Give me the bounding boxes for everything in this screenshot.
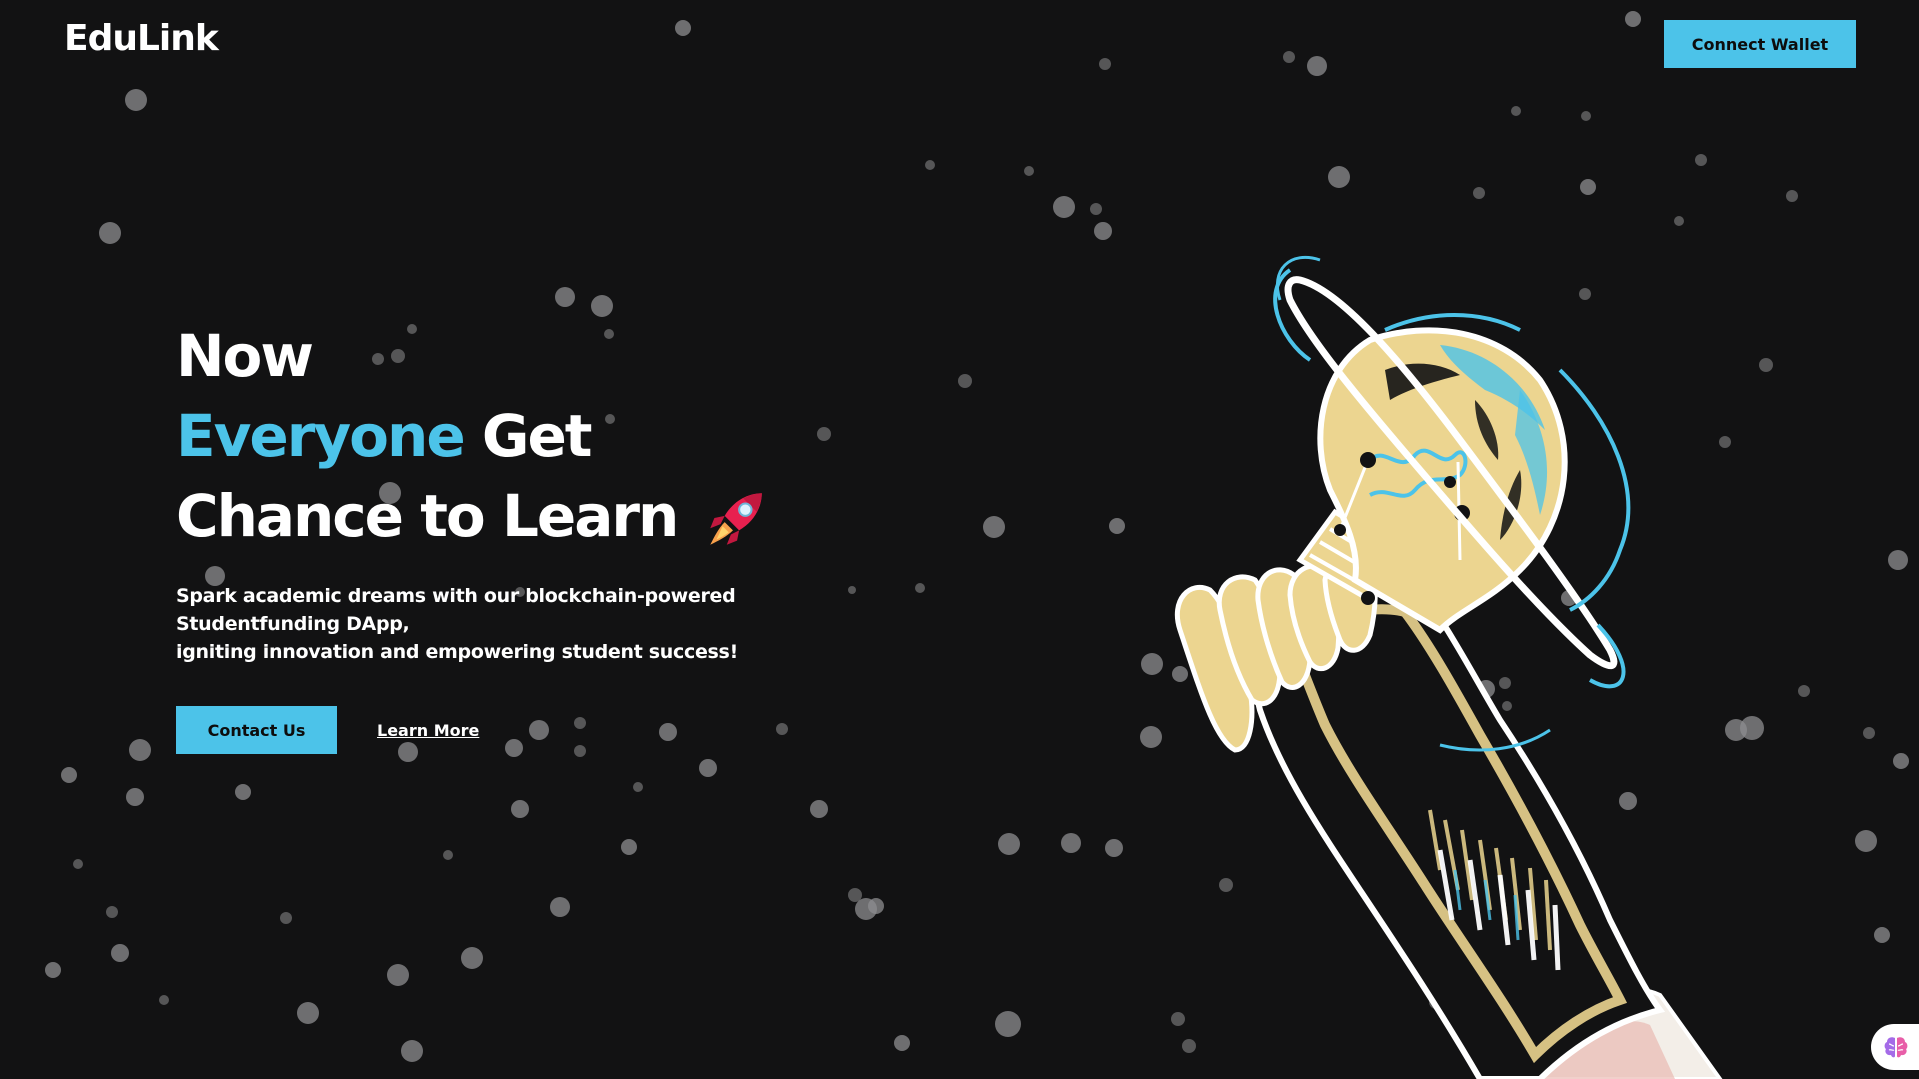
star-dot	[111, 944, 129, 962]
star-dot	[99, 222, 121, 244]
star-dot	[129, 739, 151, 761]
star-dot	[1099, 58, 1111, 70]
star-dot	[1061, 833, 1081, 853]
star-dot	[810, 800, 828, 818]
star-dot	[1109, 518, 1125, 534]
star-dot	[1090, 203, 1102, 215]
hero-heading: Now Everyone Get Chance to Learn	[176, 316, 936, 556]
learn-more-link[interactable]: Learn More	[377, 721, 479, 740]
connect-wallet-button[interactable]: Connect Wallet	[1664, 20, 1856, 68]
star-dot	[995, 1011, 1021, 1037]
star-dot	[998, 833, 1020, 855]
star-dot	[925, 160, 935, 170]
star-dot	[45, 962, 61, 978]
star-dot	[1473, 187, 1485, 199]
hero-line-2-rest: Get	[463, 402, 593, 470]
star-dot	[1874, 927, 1890, 943]
star-dot	[511, 800, 529, 818]
star-dot	[1625, 11, 1641, 27]
star-dot	[1283, 51, 1295, 63]
star-dot	[1786, 190, 1798, 202]
star-dot	[125, 89, 147, 111]
star-dot	[983, 516, 1005, 538]
star-dot	[699, 759, 717, 777]
logo[interactable]: EduLink	[64, 18, 219, 59]
star-dot	[1024, 166, 1034, 176]
star-dot	[280, 912, 292, 924]
star-dot	[1674, 216, 1684, 226]
star-dot	[1580, 179, 1596, 195]
star-dot	[621, 839, 637, 855]
star-dot	[1581, 111, 1591, 121]
star-dot	[61, 767, 77, 783]
star-dot	[855, 898, 877, 920]
rocket-icon	[709, 493, 762, 545]
star-dot	[958, 374, 972, 388]
star-dot	[1893, 753, 1909, 769]
hero-line-1: Now	[176, 322, 314, 390]
star-dot	[443, 850, 453, 860]
star-dot	[235, 784, 251, 800]
star-dot	[1511, 106, 1521, 116]
star-dot	[1053, 196, 1075, 218]
star-dot	[848, 888, 862, 902]
star-dot	[73, 859, 83, 869]
brain-icon	[1884, 1037, 1908, 1058]
hero-section: Now Everyone Get Chance to Learn Spark a…	[176, 316, 936, 754]
star-dot	[106, 906, 118, 918]
star-dot	[1695, 154, 1707, 166]
hero-actions: Contact Us Learn More	[176, 706, 936, 754]
hero-subtitle-line-1: Spark academic dreams with our blockchai…	[176, 585, 736, 635]
landing-page: EduLink Connect Wallet Now Everyone Get …	[0, 0, 1919, 1079]
contact-us-button[interactable]: Contact Us	[176, 706, 337, 754]
hero-subtitle-line-2: igniting innovation and empowering stude…	[176, 641, 738, 663]
star-dot	[1328, 166, 1350, 188]
star-dot	[591, 295, 613, 317]
star-dot	[1863, 727, 1875, 739]
star-dot	[555, 287, 575, 307]
star-dot	[1307, 56, 1327, 76]
star-dot	[868, 898, 884, 914]
star-dot	[387, 964, 409, 986]
star-dot	[159, 995, 169, 1005]
hand-holding-lightbulb-planet-illustration	[1174, 255, 1723, 1079]
star-dot	[633, 782, 643, 792]
hero-subtitle: Spark academic dreams with our blockchai…	[176, 582, 896, 666]
hero-line-3: Chance to Learn	[176, 482, 679, 550]
star-dot	[461, 947, 483, 969]
hero-accent-word: Everyone	[176, 402, 466, 470]
star-dot	[1888, 550, 1908, 570]
star-dot	[126, 788, 144, 806]
assistant-widget-button[interactable]	[1871, 1024, 1919, 1070]
star-dot	[297, 1002, 319, 1024]
star-dot	[550, 897, 570, 917]
star-dot	[894, 1035, 910, 1051]
star-dot	[1094, 222, 1112, 240]
star-dot	[1105, 839, 1123, 857]
star-dot	[401, 1040, 423, 1062]
star-dot	[675, 20, 691, 36]
